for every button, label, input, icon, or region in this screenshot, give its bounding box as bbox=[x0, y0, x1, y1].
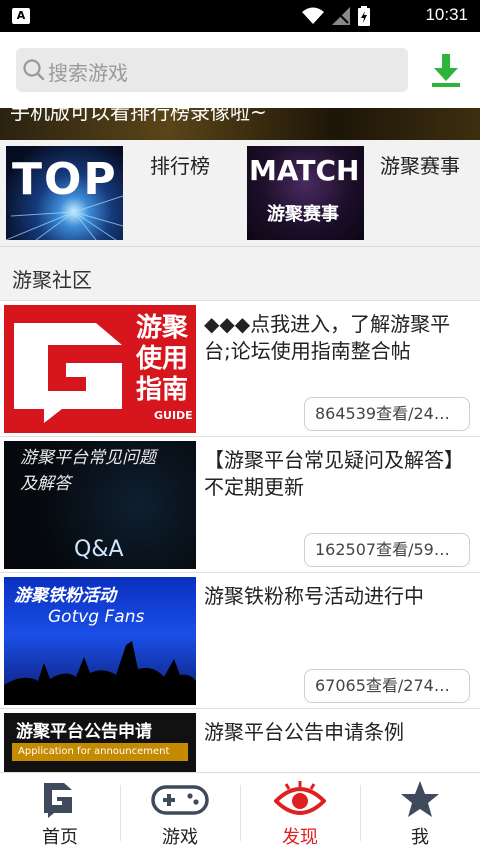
qa-tag: Q&A bbox=[74, 537, 124, 562]
nav-games-label: 游戏 bbox=[162, 827, 198, 848]
battery-icon bbox=[358, 6, 370, 26]
guide-tag: GUIDE bbox=[154, 409, 193, 422]
download-icon[interactable] bbox=[426, 50, 466, 90]
ranking-thumbnail[interactable]: TOP bbox=[6, 146, 123, 240]
post-stats: 67065查看/274回帖 bbox=[304, 669, 470, 703]
search-placeholder: 搜索游戏 bbox=[48, 61, 128, 85]
post-thumbnail-guide: 游聚 使用 指南 GUIDE bbox=[4, 305, 196, 433]
qa-thumb-lines: 游聚平台常见问题 及解答 bbox=[20, 445, 156, 497]
home-logo-icon bbox=[44, 783, 72, 818]
category-tiles: TOP 排行榜 MATCH 游聚赛事 游聚赛事 bbox=[0, 140, 480, 247]
banner-text: 手机版可以看排行榜录像啦~ bbox=[10, 108, 267, 124]
qa-line-1: 游聚平台常见问题 bbox=[20, 448, 156, 468]
no-signal-icon bbox=[332, 7, 350, 25]
post-item[interactable]: 游聚铁粉活动 Gotvg Fans 游聚铁粉称号活动进行中 67065查看/27… bbox=[0, 572, 480, 708]
post-stats: 864539查看/249回帖 bbox=[304, 397, 470, 431]
match-thumb-text: MATCH bbox=[249, 154, 360, 187]
post-thumbnail-qa: 游聚平台常见问题 及解答 Q&A bbox=[4, 441, 196, 569]
category-match-label[interactable]: 游聚赛事 bbox=[380, 150, 460, 179]
post-item[interactable]: 游聚平台常见问题 及解答 Q&A 【游聚平台常见疑问及解答】不定期更新 1625… bbox=[0, 436, 480, 572]
nav-home[interactable]: 首页 bbox=[0, 773, 120, 852]
post-title[interactable]: 【游聚平台常见疑问及解答】不定期更新 bbox=[204, 447, 468, 501]
section-title-text: 游聚社区 bbox=[12, 268, 92, 292]
gamepad-icon bbox=[151, 785, 209, 815]
eye-icon bbox=[274, 781, 326, 815]
crowd-hands-graphic bbox=[4, 641, 196, 705]
post-title[interactable]: 游聚铁粉称号活动进行中 bbox=[204, 583, 468, 610]
bottom-navigation: 首页 游戏 发现 我 bbox=[0, 772, 480, 852]
guide-line-1: 游聚 bbox=[136, 313, 189, 343]
nav-discover[interactable]: 发现 bbox=[240, 773, 360, 852]
search-header: 搜索游戏 bbox=[0, 32, 480, 108]
wifi-icon bbox=[302, 7, 324, 24]
ranking-thumb-text: TOP bbox=[12, 154, 118, 205]
nav-me[interactable]: 我 bbox=[360, 773, 480, 852]
nav-games[interactable]: 游戏 bbox=[120, 773, 240, 852]
match-thumb-subtext: 游聚赛事 bbox=[267, 204, 339, 225]
community-section-title: 游聚社区 bbox=[0, 248, 480, 300]
promo-banner[interactable]: 手机版可以看排行榜录像啦~ bbox=[0, 108, 480, 140]
guide-line-3: 指南 bbox=[136, 375, 189, 405]
qa-line-2: 及解答 bbox=[20, 474, 71, 494]
post-stats: 162507查看/59回帖 bbox=[304, 533, 470, 567]
search-icon bbox=[23, 59, 45, 81]
nav-discover-label: 发现 bbox=[282, 827, 318, 848]
search-input[interactable]: 搜索游戏 bbox=[16, 48, 408, 92]
notification-icon: A bbox=[12, 8, 30, 24]
announcement-thumb-tag: Application for announcement bbox=[12, 743, 188, 761]
guide-thumb-lines: 游聚 使用 指南 bbox=[136, 313, 188, 406]
guide-line-2: 使用 bbox=[136, 344, 189, 374]
status-icons bbox=[302, 6, 370, 26]
category-ranking-label[interactable]: 排行榜 bbox=[150, 150, 210, 179]
star-icon bbox=[401, 781, 439, 817]
post-thumbnail-fans: 游聚铁粉活动 Gotvg Fans bbox=[4, 577, 196, 705]
status-bar: A 10:31 bbox=[0, 0, 480, 32]
post-title[interactable]: ◆◆◆点我进入，了解游聚平台;论坛使用指南整合帖 bbox=[204, 311, 468, 365]
match-thumbnail[interactable]: MATCH 游聚赛事 bbox=[247, 146, 364, 240]
nav-home-label: 首页 bbox=[42, 827, 78, 848]
post-title[interactable]: 游聚平台公告申请条例 bbox=[204, 719, 468, 746]
nav-me-label: 我 bbox=[411, 827, 429, 848]
post-item[interactable]: 游聚 使用 指南 GUIDE ◆◆◆点我进入，了解游聚平台;论坛使用指南整合帖 … bbox=[0, 300, 480, 436]
announcement-thumb-title: 游聚平台公告申请 bbox=[16, 722, 152, 742]
status-time: 10:31 bbox=[425, 5, 468, 24]
